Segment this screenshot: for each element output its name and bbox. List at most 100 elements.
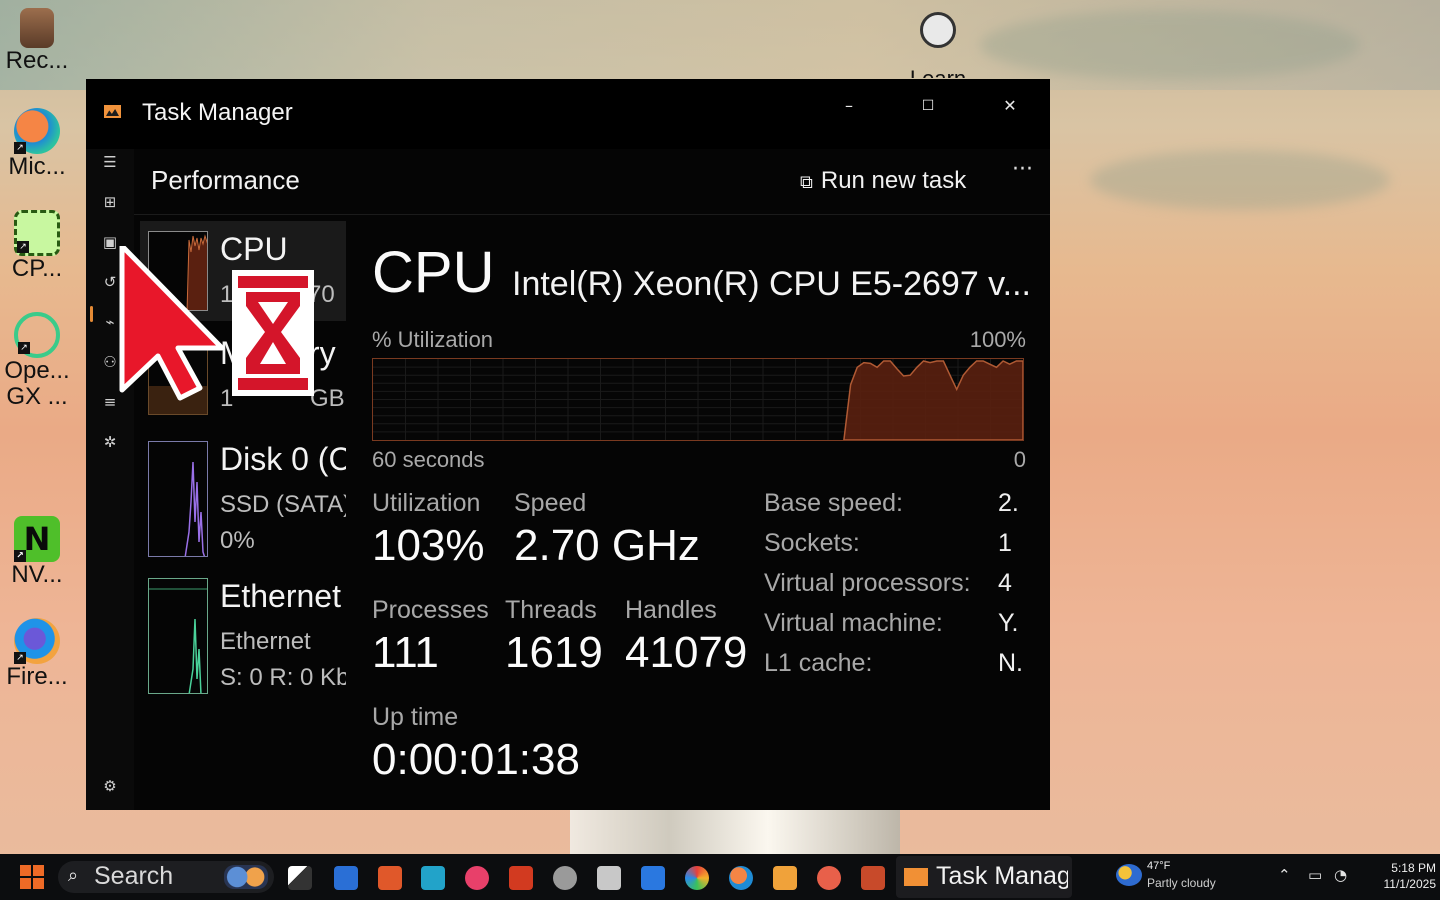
file-explorer-icon[interactable] [641,866,665,890]
spec-value-virtual-machine: Y. [998,609,1019,637]
camera-icon[interactable] [597,866,621,890]
task-view-icon[interactable] [288,866,312,890]
task-manager-icon [904,868,928,886]
perf-item-disk[interactable]: Disk 0 (C SSD (SATA) 0% [140,431,346,561]
spec-key-l1-cache: L1 cache: [764,649,873,677]
services-icon[interactable]: ✲ [100,432,120,452]
arrow-busy-cursor-icon [119,243,314,401]
uptime-value: 0:00:01:38 [372,735,580,784]
microsoft-store-icon[interactable] [773,866,797,890]
details-icon[interactable]: ≡ [100,392,120,412]
cpu-utilization-svg [373,359,1024,441]
desktop-icon-firefox[interactable]: ↗ Fire... [0,618,74,690]
processes-label: Processes [372,596,489,624]
settings-icon[interactable] [553,866,577,890]
settings-gear-icon[interactable]: ⚙ [100,776,120,796]
wallpaper-cloud [1090,150,1390,210]
search-highlight-icon [224,865,268,889]
network-icon[interactable]: ▭ [1308,866,1322,884]
perf-item-ethernet[interactable]: Ethernet Ethernet S: 0 R: 0 Kb [140,568,346,698]
cpu-z-icon: ↗ [14,210,60,256]
taskbar: ⌕ Search Task Manager 47°F Partly cloudy… [0,854,1440,900]
speed-label: Speed [514,489,587,517]
desktop-icon-nvidia[interactable]: N ↗ NV... [0,516,74,588]
learn-icon [920,12,956,48]
users-icon[interactable]: ⚇ [100,352,120,372]
close-button[interactable]: ✕ [987,89,1033,123]
processes-icon[interactable]: ⊞ [100,192,120,212]
cpu-utilization-area [843,360,1024,441]
weather-widget[interactable]: 47°F Partly cloudy [1116,860,1266,894]
handles-label: Handles [625,596,717,624]
perf-item-sub: Ethernet [220,628,311,655]
spec-value-l1-cache: N. [998,649,1023,677]
run-new-task-button[interactable]: ⧉ Run new task [800,167,966,195]
spec-value-sockets: 1 [998,529,1012,557]
volume-icon[interactable]: ◔ [1334,866,1347,884]
ethernet-thumbnail-graph [148,578,208,694]
utilization-axis-label: % Utilization [372,327,494,352]
cpu-utilization-graph [372,358,1024,441]
firefox-icon: ↗ [14,618,60,664]
cpu-model-name: Intel(R) Xeon(R) CPU E5-2697 v... [512,265,1031,303]
minimize-button[interactable]: – [826,89,872,123]
edge-icon[interactable] [729,866,753,890]
perf-item-name: Disk 0 (C [220,441,346,477]
calculator-icon[interactable] [861,866,885,890]
desktop-icon-label: Rec... [5,48,69,74]
desktop-icon-label: CP... [11,256,63,282]
desktop-icon-label: Fire... [6,664,68,690]
utilization-value: 103% [372,521,485,570]
taskbar-search-box[interactable]: ⌕ Search [58,861,274,893]
processes-value: 111 [372,628,439,677]
uptime-label: Up time [372,703,459,731]
copilot-icon[interactable] [685,866,709,890]
nav-active-indicator [90,306,93,322]
title-bar[interactable]: Task Manager – ☐ ✕ [86,79,1050,149]
search-icon: ⌕ [68,865,79,886]
taskbar-task-manager-button[interactable]: Task Manager [896,856,1072,898]
desktop-icon-cpuz[interactable]: ↗ CP... [0,210,74,282]
recycle-bin-icon [20,8,54,48]
app-history-icon[interactable]: ↺ [100,272,120,292]
maximize-button[interactable]: ☐ [905,89,951,123]
start-button[interactable] [20,865,44,889]
system-clock[interactable]: 5:18 PM 11/1/2025 [1350,860,1437,892]
desktop-icon-label: NV... [11,562,63,588]
desktop-icon-opera-gx[interactable]: ↗ Ope... GX ... [0,312,74,410]
chevron-up-icon[interactable]: ⌃ [1278,866,1291,884]
spec-key-sockets: Sockets: [764,529,860,557]
paint-icon[interactable] [817,866,841,890]
perf-item-sub2: 0% [220,527,255,554]
taskbar-app-icon[interactable] [509,866,533,890]
task-manager-window: Task Manager – ☐ ✕ ☰ ⊞ ▣ ↺ ⌁ ⚇ ≡ ✲ ⚙ Per… [86,79,1050,810]
perf-item-sub2: S: 0 R: 0 Kb [220,664,346,691]
taskbar-notes-icon[interactable] [378,866,402,890]
desktop-icon-recycle-bin[interactable]: Rec... [0,8,74,74]
run-task-icon: ⧉ [800,172,813,192]
desktop-icon-edge[interactable]: ↗ Mic... [0,108,74,180]
performance-icon[interactable]: ▣ [100,232,120,252]
disk-thumbnail-svg [184,461,206,556]
desktop-icon-learn[interactable]: Learn [900,12,976,78]
edge-icon: ↗ [14,108,60,154]
page-header: Performance ⧉ Run new task ··· [134,149,1050,215]
busy-cursor-overlay [118,243,328,406]
more-options-button[interactable]: ··· [1012,157,1033,182]
ethernet-thumbnail-svg [149,588,207,693]
threads-value: 1619 [505,628,603,677]
wallpaper-monument [570,808,900,854]
partly-cloudy-icon [1116,864,1142,886]
taskbar-heart-icon[interactable] [465,866,489,890]
desktop-icon-label: Ope... [4,358,70,384]
hamburger-menu-icon[interactable]: ☰ [100,152,120,172]
spec-key-base-speed: Base speed: [764,489,903,517]
taskbar-app-icon[interactable] [334,866,358,890]
graph-time-span: 60 seconds [372,447,485,472]
weather-desc: Partly cloudy [1147,876,1216,890]
taskbar-store-window-icon[interactable] [421,866,445,890]
desktop-icon-label: GX ... [6,384,68,410]
clock-date: 11/1/2025 [1383,877,1437,891]
startup-apps-icon[interactable]: ⌁ [100,312,120,332]
disk-thumbnail-graph [148,441,208,557]
